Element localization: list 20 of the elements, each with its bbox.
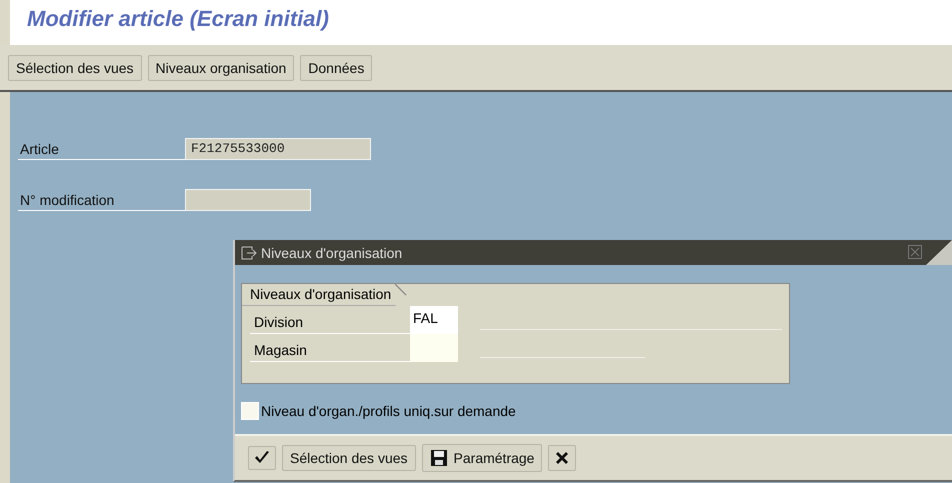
input-field[interactable]: FAL [410,306,458,334]
checkbox[interactable] [241,402,259,420]
window-title: Modifier article (Ecran initial) [27,6,329,32]
window-icon [241,246,257,260]
close-icon [554,450,570,466]
input-field[interactable] [410,334,458,362]
toolbar-button[interactable]: Données [300,54,372,80]
checkbox-label: Niveau d'organ./profils uniq.sur demande [261,403,516,419]
cancel-button[interactable] [548,445,576,471]
settings-button[interactable]: Paramétrage [422,444,542,472]
input-field[interactable]: F21275533000 [185,138,371,160]
toolbar-button[interactable]: Niveaux organisation [148,54,294,80]
views-button[interactable]: Sélection des vues [282,445,416,471]
check-icon [254,451,270,465]
title-bar-corner [926,240,952,265]
close-icon[interactable] [908,245,922,259]
dialog-title: Niveaux d'organisation [261,244,402,260]
toolbar-button[interactable]: Sélection des vues [8,54,142,80]
confirm-button[interactable] [248,446,276,470]
input-field[interactable] [185,189,311,211]
